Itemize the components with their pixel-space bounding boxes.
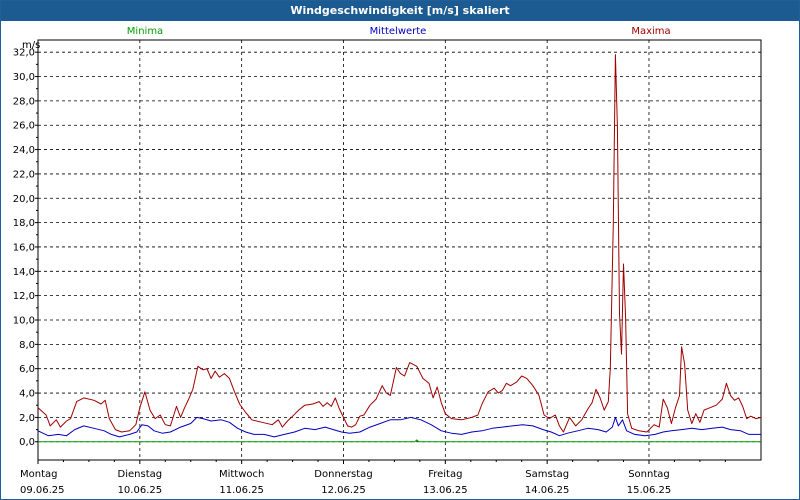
x-date-label: 09.06.25	[20, 485, 65, 496]
x-date-label: 10.06.25	[118, 485, 163, 496]
y-tick-label: 8,0	[19, 340, 35, 351]
y-tick-label: 14,0	[13, 267, 35, 278]
y-axis-unit: m/s	[22, 40, 40, 51]
y-tick-label: 6,0	[19, 364, 35, 375]
series-maxima	[37, 54, 762, 433]
series-mittelwerte	[37, 416, 761, 438]
y-tick-label: 12,0	[13, 291, 35, 302]
x-weekday-label: Samstag	[525, 469, 569, 480]
y-tick-label: 18,0	[13, 218, 35, 229]
x-axis: Montag 09.06.25 Dienstag 10.06.25 Mittwoch 11…	[20, 460, 726, 496]
legend-maxima: Maxima	[631, 26, 670, 37]
legend-mittelwerte: Mittelwerte	[370, 26, 427, 37]
y-tick-label: 4,0	[19, 389, 35, 400]
series-lines	[37, 54, 762, 443]
x-date-label: 15.06.25	[627, 485, 672, 496]
y-tick-label: 16,0	[13, 242, 35, 253]
y-tick-label: 0,0	[19, 437, 35, 448]
x-date-label: 12.06.25	[321, 485, 366, 496]
y-tick-label: 26,0	[13, 121, 35, 132]
x-weekday-label: Freitag	[428, 469, 462, 480]
y-tick-label: 2,0	[19, 413, 35, 424]
legend-minima: Minima	[127, 26, 163, 37]
y-tick-label: 10,0	[13, 316, 35, 327]
y-tick-label: 24,0	[13, 145, 35, 156]
y-tick-label: 22,0	[13, 169, 35, 180]
y-tick-label: 30,0	[13, 72, 35, 83]
series-minima	[38, 439, 761, 443]
x-date-label: 14.06.25	[525, 485, 570, 496]
wind-speed-chart: 0,0 2,0 4,0 6,0 8,0 10,0 12,0 14,0 16,0 18,0 20,0 2…	[13, 26, 762, 496]
x-date-label: 13.06.25	[423, 485, 468, 496]
x-weekday-label: Dienstag	[118, 469, 163, 480]
x-weekday-label: Sonntag	[628, 469, 670, 480]
y-axis: 0,0 2,0 4,0 6,0 8,0 10,0 12,0 14,0 16,0 18,0 20,0 2…	[13, 48, 38, 448]
x-weekday-label: Donnerstag	[314, 469, 372, 480]
y-tick-label: 20,0	[13, 194, 35, 205]
x-date-label: 11.06.25	[219, 485, 264, 496]
y-tick-label: 28,0	[13, 96, 35, 107]
x-weekday-label: Montag	[20, 469, 57, 480]
x-weekday-label: Mittwoch	[219, 469, 264, 480]
